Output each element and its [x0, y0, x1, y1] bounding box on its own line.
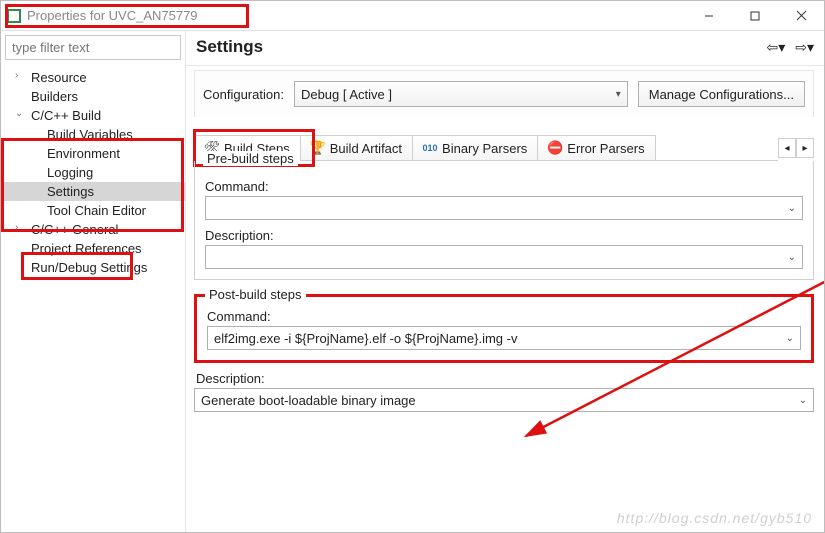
back-icon[interactable]: ⇦▾ [766, 39, 785, 56]
tab-build-artifact[interactable]: 🏆 Build Artifact [300, 135, 413, 161]
prebuild-command-input[interactable]: ⌄ [205, 196, 803, 220]
tree-label: C/C++ Build [31, 108, 101, 123]
tree-item-toolchain[interactable]: Tool Chain Editor [1, 201, 185, 220]
close-button[interactable] [778, 1, 824, 31]
tabs-scroll-right[interactable]: ▸ [796, 138, 814, 158]
tree-item-resource[interactable]: ›Resource [1, 68, 185, 87]
tree-label: Build Variables [47, 127, 133, 142]
tree-label: Settings [47, 184, 94, 199]
tab-label: Binary Parsers [442, 141, 527, 156]
filter-input[interactable] [5, 35, 181, 60]
prebuild-desc-input[interactable]: ⌄ [205, 245, 803, 269]
postbuild-desc-input[interactable]: Generate boot-loadable binary image ⌄ [194, 388, 814, 412]
chevron-down-icon: ▾ [616, 89, 621, 100]
tab-label: Error Parsers [567, 141, 644, 156]
tree-label: Project References [31, 241, 142, 256]
left-nav-pane: ›Resource Builders ⌄C/C++ Build Build Va… [1, 31, 186, 532]
tree-item-projectrefs[interactable]: Project References [1, 239, 185, 258]
prebuild-legend: Pre-build steps [203, 151, 298, 166]
properties-window: Properties for UVC_AN75779 ›Resource Bui… [0, 0, 825, 533]
page-title: Settings [196, 37, 263, 57]
tab-binary-parsers[interactable]: 010 Binary Parsers [412, 135, 538, 161]
tree-item-rundebug[interactable]: Run/Debug Settings [1, 258, 185, 277]
tree-label: Builders [31, 89, 78, 104]
nav-arrows: ⇦▾ ⇨▾ [766, 39, 814, 56]
postbuild-command-label: Command: [207, 309, 801, 324]
configuration-label: Configuration: [203, 87, 284, 102]
tab-label: Build Artifact [330, 141, 402, 156]
prebuild-desc-label: Description: [205, 228, 803, 243]
watermark: http://blog.csdn.net/gyb510 [617, 510, 812, 526]
tree-item-ccbuild[interactable]: ⌄C/C++ Build [1, 106, 185, 125]
configuration-value: Debug [ Active ] [301, 87, 392, 102]
prebuild-group: Pre-build steps Command: ⌄ Description: … [194, 161, 814, 280]
error-icon: ⛔ [548, 141, 562, 155]
page-content: Configuration: Debug [ Active ] ▾ Manage… [186, 66, 824, 532]
app-icon [7, 9, 21, 23]
configuration-row: Configuration: Debug [ Active ] ▾ Manage… [194, 70, 814, 117]
tree-item-ccgeneral[interactable]: ›C/C++ General [1, 220, 185, 239]
tree-item-settings[interactable]: Settings [1, 182, 185, 201]
tree-label: Resource [31, 70, 87, 85]
tree-item-builders[interactable]: Builders [1, 87, 185, 106]
tree-item-environment[interactable]: Environment [1, 144, 185, 163]
forward-icon[interactable]: ⇨▾ [795, 39, 814, 56]
chevron-down-icon: ⌄ [786, 333, 794, 344]
chevron-down-icon: ⌄ [788, 203, 796, 214]
postbuild-command-value: elf2img.exe -i ${ProjName}.elf -o ${Proj… [214, 331, 517, 346]
nav-tree: ›Resource Builders ⌄C/C++ Build Build Va… [1, 64, 185, 277]
tree-label: Environment [47, 146, 120, 161]
window-title: Properties for UVC_AN75779 [27, 8, 198, 23]
prebuild-command-label: Command: [205, 179, 803, 194]
tree-label: Run/Debug Settings [31, 260, 147, 275]
postbuild-group: Post-build steps Command: elf2img.exe -i… [194, 294, 814, 363]
chevron-down-icon: ⌄ [788, 252, 796, 263]
tree-label: C/C++ General [31, 222, 118, 237]
manage-configurations-button[interactable]: Manage Configurations... [638, 81, 805, 107]
titlebar: Properties for UVC_AN75779 [1, 1, 824, 31]
postbuild-legend: Post-build steps [205, 287, 306, 302]
chevron-down-icon: ⌄ [799, 395, 807, 406]
tree-label: Logging [47, 165, 93, 180]
binary-icon: 010 [423, 141, 437, 155]
page-heading: Settings ⇦▾ ⇨▾ [186, 31, 824, 66]
postbuild-command-input[interactable]: elf2img.exe -i ${ProjName}.elf -o ${Proj… [207, 326, 801, 350]
maximize-button[interactable] [732, 1, 778, 31]
configuration-combo[interactable]: Debug [ Active ] ▾ [294, 81, 628, 107]
tree-item-buildvars[interactable]: Build Variables [1, 125, 185, 144]
tabs-scroll-left[interactable]: ◂ [778, 138, 796, 158]
tree-label: Tool Chain Editor [47, 203, 146, 218]
tab-error-parsers[interactable]: ⛔ Error Parsers [537, 135, 655, 161]
postbuild-desc-label: Description: [196, 371, 814, 386]
right-pane: Settings ⇦▾ ⇨▾ Configuration: Debug [ Ac… [186, 31, 824, 532]
trophy-icon: 🏆 [311, 141, 325, 155]
tree-item-logging[interactable]: Logging [1, 163, 185, 182]
postbuild-desc-value: Generate boot-loadable binary image [201, 393, 416, 408]
minimize-button[interactable] [686, 1, 732, 31]
